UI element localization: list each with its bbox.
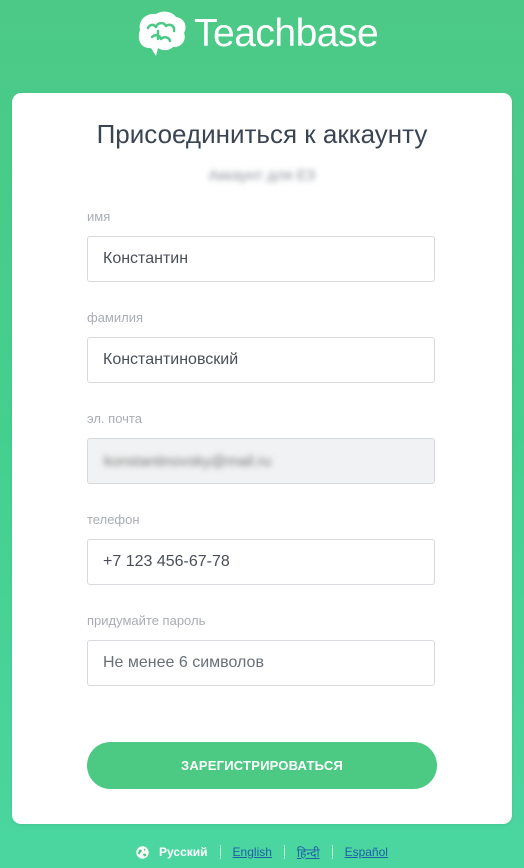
language-current: Русский [159,845,208,859]
brand-name: Teachbase [194,12,379,55]
language-option-spanish[interactable]: Español [345,845,388,859]
first-name-label: имя [87,209,111,224]
divider [283,845,285,859]
brain-chat-icon [138,11,186,57]
email-value: konstantinovsky@mail.ru [104,453,271,470]
divider [219,845,221,859]
signup-card: Присоединиться к аккаунту Аккаунт для ЕЗ… [12,93,512,824]
last-name-input[interactable] [87,337,435,383]
email-label: эл. почта [87,411,142,426]
logo[interactable]: Teachbase [134,10,379,58]
register-button[interactable]: ЗАРЕГИСТРИРОВАТЬСЯ [87,742,437,789]
phone-label: телефон [87,512,140,527]
phone-input[interactable] [87,539,435,585]
language-option-english[interactable]: English [233,845,272,859]
header: Teachbase [0,0,524,70]
language-option-hindi[interactable]: हिन्दी [297,844,320,861]
password-input[interactable] [87,640,435,686]
page-title: Присоединиться к аккаунту [96,119,428,149]
account-name: Аккаунт для ЕЗ [208,167,316,184]
first-name-input[interactable] [87,236,435,282]
globe-icon [136,845,149,859]
language-switcher: Русский English हिन्दी Español [0,842,524,862]
last-name-label: фамилия [87,310,144,325]
password-label: придумайте пароль [87,613,206,628]
divider [331,845,333,859]
